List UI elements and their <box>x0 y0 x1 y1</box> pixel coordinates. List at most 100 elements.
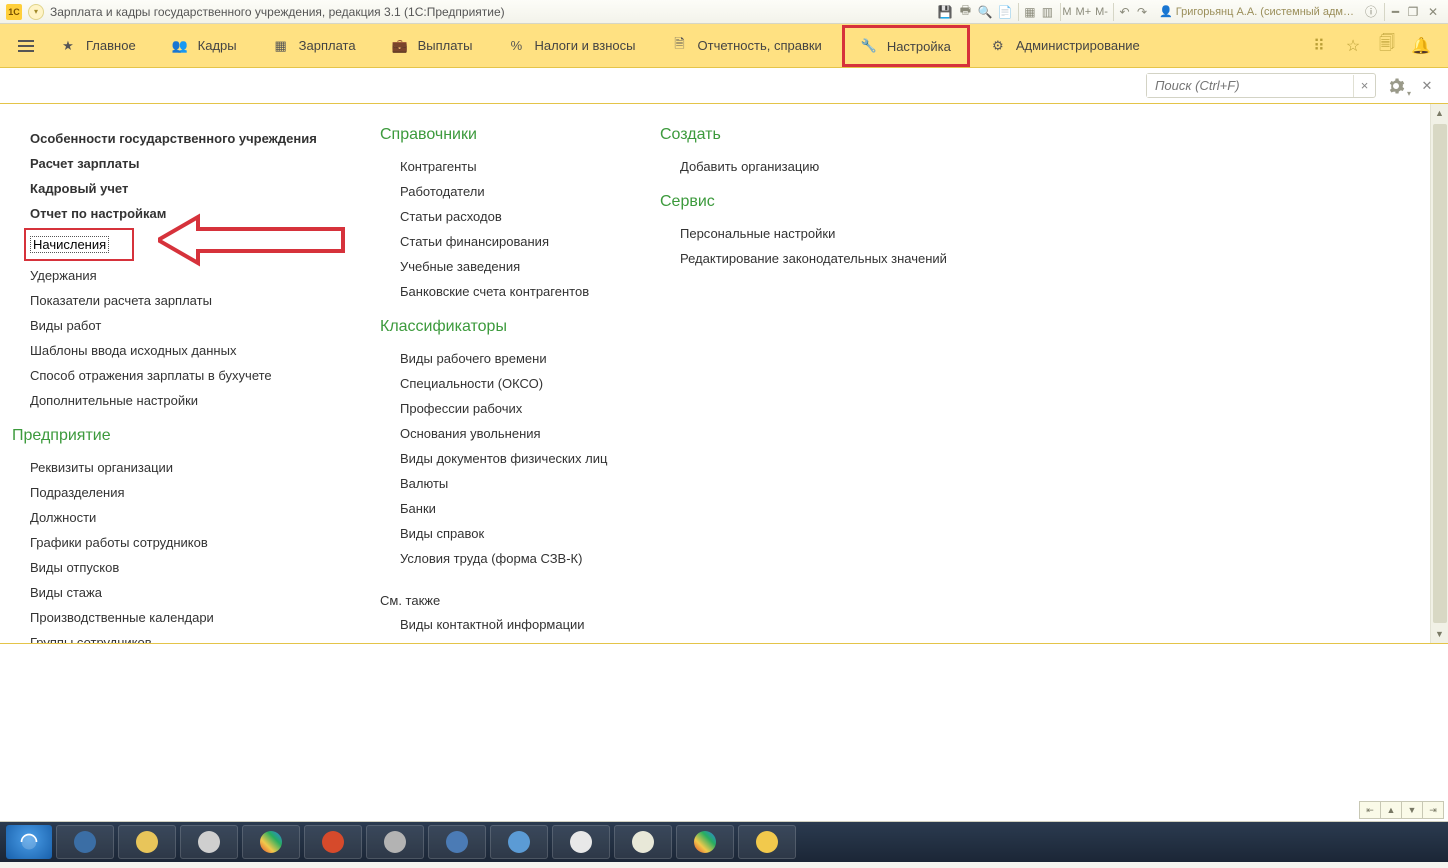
panel-btn-first[interactable]: ⇤ <box>1359 801 1381 819</box>
start-button[interactable] <box>6 825 52 859</box>
nav-admin[interactable]: ⚙ Администрирование <box>974 24 1156 68</box>
copy-icon[interactable]: 📄 <box>996 3 1014 21</box>
memory-mminus-button[interactable]: M- <box>1094 3 1109 21</box>
vertical-scrollbar[interactable]: ▲ ▼ <box>1430 104 1448 643</box>
link-input-templates[interactable]: Шаблоны ввода исходных данных <box>30 339 340 362</box>
close-panel-button[interactable]: ✕ <box>1416 75 1438 97</box>
link-employers[interactable]: Работодатели <box>400 180 620 203</box>
link-gov-features[interactable]: Особенности государственного учреждения <box>30 127 340 150</box>
link-settings-report[interactable]: Отчет по настройкам <box>30 202 340 225</box>
link-specialties[interactable]: Специальности (ОКСО) <box>400 372 620 395</box>
link-cert-types[interactable]: Виды справок <box>400 522 620 545</box>
link-accruals[interactable]: Начисления <box>30 236 109 253</box>
taskbar-item-11[interactable] <box>676 825 734 859</box>
titlebar-right: 💾 🖶 🔍 📄 ▦ ▥ M M+ M- ↶ ↷ 👤 Григорьянц А.А… <box>936 3 1442 21</box>
taskbar-item-1[interactable] <box>56 825 114 859</box>
back-icon[interactable]: ↶ <box>1113 3 1131 21</box>
scroll-thumb[interactable] <box>1433 124 1447 623</box>
link-personal-settings[interactable]: Персональные настройки <box>680 222 960 245</box>
taskbar-item-8[interactable] <box>490 825 548 859</box>
taskbar-item-9[interactable] <box>552 825 610 859</box>
close-button[interactable]: ✕ <box>1424 3 1442 21</box>
memory-m-button[interactable]: M <box>1060 3 1072 21</box>
link-vacation-types[interactable]: Виды отпусков <box>30 556 340 579</box>
link-add-org[interactable]: Добавить организацию <box>680 155 960 178</box>
link-expenses[interactable]: Статьи расходов <box>400 205 620 228</box>
apps-grid-icon[interactable]: ⠿ <box>1304 31 1334 61</box>
memory-mplus-button[interactable]: M+ <box>1075 3 1093 21</box>
panel-btn-down[interactable]: ▼ <box>1401 801 1423 819</box>
clipboard-icon[interactable]: 🗐 <box>1372 31 1402 61</box>
link-deductions[interactable]: Удержания <box>30 264 340 287</box>
panel-btn-up[interactable]: ▲ <box>1380 801 1402 819</box>
link-work-types[interactable]: Виды работ <box>30 314 340 337</box>
panel-btn-last[interactable]: ⇥ <box>1422 801 1444 819</box>
link-currencies[interactable]: Валюты <box>400 472 620 495</box>
link-counterparties[interactable]: Контрагенты <box>400 155 620 178</box>
scroll-up-icon[interactable]: ▲ <box>1431 104 1448 122</box>
link-seniority-types[interactable]: Виды стажа <box>30 581 340 604</box>
link-org-details[interactable]: Реквизиты организации <box>30 456 340 479</box>
link-salary-reflect[interactable]: Способ отражения зарплаты в бухучете <box>30 364 340 387</box>
taskbar-item-5[interactable] <box>304 825 362 859</box>
link-financing[interactable]: Статьи финансирования <box>400 230 620 253</box>
nav-payments[interactable]: 💼 Выплаты <box>376 24 489 68</box>
link-edit-legal-values[interactable]: Редактирование законодательных значений <box>680 247 960 270</box>
table-icon: ▦ <box>273 38 289 54</box>
taskbar-item-12[interactable] <box>738 825 796 859</box>
forward-icon[interactable]: ↷ <box>1133 3 1151 21</box>
hamburger-menu-icon[interactable] <box>12 32 40 60</box>
link-universities[interactable]: Учебные заведения <box>400 255 620 278</box>
calendar-icon[interactable]: ▦ <box>1018 3 1036 21</box>
nav-personnel[interactable]: 👥 Кадры <box>156 24 253 68</box>
link-calc-indicators[interactable]: Показатели расчета зарплаты <box>30 289 340 312</box>
taskbar-item-6[interactable] <box>366 825 424 859</box>
current-user-label[interactable]: 👤 Григорьянц А.А. (системный адм… <box>1153 5 1360 18</box>
search-clear-button[interactable]: × <box>1353 75 1375 97</box>
link-banks[interactable]: Банки <box>400 497 620 520</box>
nav-taxes[interactable]: % Налоги и взносы <box>492 24 651 68</box>
link-dismissal[interactable]: Основания увольнения <box>400 422 620 445</box>
link-work-conditions[interactable]: Условия труда (форма СЗВ-К) <box>400 547 620 570</box>
taskbar-item-4[interactable] <box>242 825 300 859</box>
link-bank-accounts[interactable]: Банковские счета контрагентов <box>400 280 620 303</box>
settings-dropdown-button[interactable]: ▾ <box>1382 72 1410 100</box>
nav-settings[interactable]: 🔧 Настройка <box>842 25 970 67</box>
history-dropdown-icon[interactable]: ▾ <box>28 4 44 20</box>
maximize-button[interactable]: ❐ <box>1404 3 1422 21</box>
nav-reports[interactable]: 🗎 Отчетность, справки <box>656 24 838 68</box>
settings-col3: Создать Добавить организацию Сервис Перс… <box>660 126 960 643</box>
percent-icon: % <box>508 38 524 54</box>
info-icon[interactable]: ⓘ <box>1362 3 1380 21</box>
window-title: Зарплата и кадры государственного учрежд… <box>50 5 505 19</box>
link-employee-groups[interactable]: Группы сотрудников <box>30 631 340 644</box>
link-positions[interactable]: Должности <box>30 506 340 529</box>
calculator-icon[interactable]: ▥ <box>1038 3 1056 21</box>
print-icon[interactable]: 🖶 <box>956 3 974 21</box>
link-work-schedules[interactable]: Графики работы сотрудников <box>30 531 340 554</box>
nav-main[interactable]: ★ Главное <box>44 24 152 68</box>
bell-icon[interactable]: 🔔 <box>1406 31 1436 61</box>
link-salary-calc[interactable]: Расчет зарплаты <box>30 152 340 175</box>
taskbar-item-7[interactable] <box>428 825 486 859</box>
link-worktime-types[interactable]: Виды рабочего времени <box>400 347 620 370</box>
link-contact-info-types[interactable]: Виды контактной информации <box>400 613 620 636</box>
taskbar-item-10[interactable] <box>614 825 672 859</box>
taskbar-item-2[interactable] <box>118 825 176 859</box>
search-input[interactable] <box>1147 74 1353 97</box>
link-worker-prof[interactable]: Профессии рабочих <box>400 397 620 420</box>
save-icon[interactable]: 💾 <box>936 3 954 21</box>
taskbar-item-3[interactable] <box>180 825 238 859</box>
scroll-down-icon[interactable]: ▼ <box>1431 625 1448 643</box>
briefcase-icon: 💼 <box>392 38 408 54</box>
section-create: Создать <box>660 126 960 144</box>
link-hr[interactable]: Кадровый учет <box>30 177 340 200</box>
link-id-doc-types[interactable]: Виды документов физических лиц <box>400 447 620 470</box>
nav-salary[interactable]: ▦ Зарплата <box>257 24 372 68</box>
favorite-star-icon[interactable]: ☆ <box>1338 31 1368 61</box>
link-departments[interactable]: Подразделения <box>30 481 340 504</box>
link-prod-calendars[interactable]: Производственные календари <box>30 606 340 629</box>
minimize-button[interactable]: ━ <box>1384 3 1402 21</box>
link-extra-settings[interactable]: Дополнительные настройки <box>30 389 340 412</box>
preview-icon[interactable]: 🔍 <box>976 3 994 21</box>
